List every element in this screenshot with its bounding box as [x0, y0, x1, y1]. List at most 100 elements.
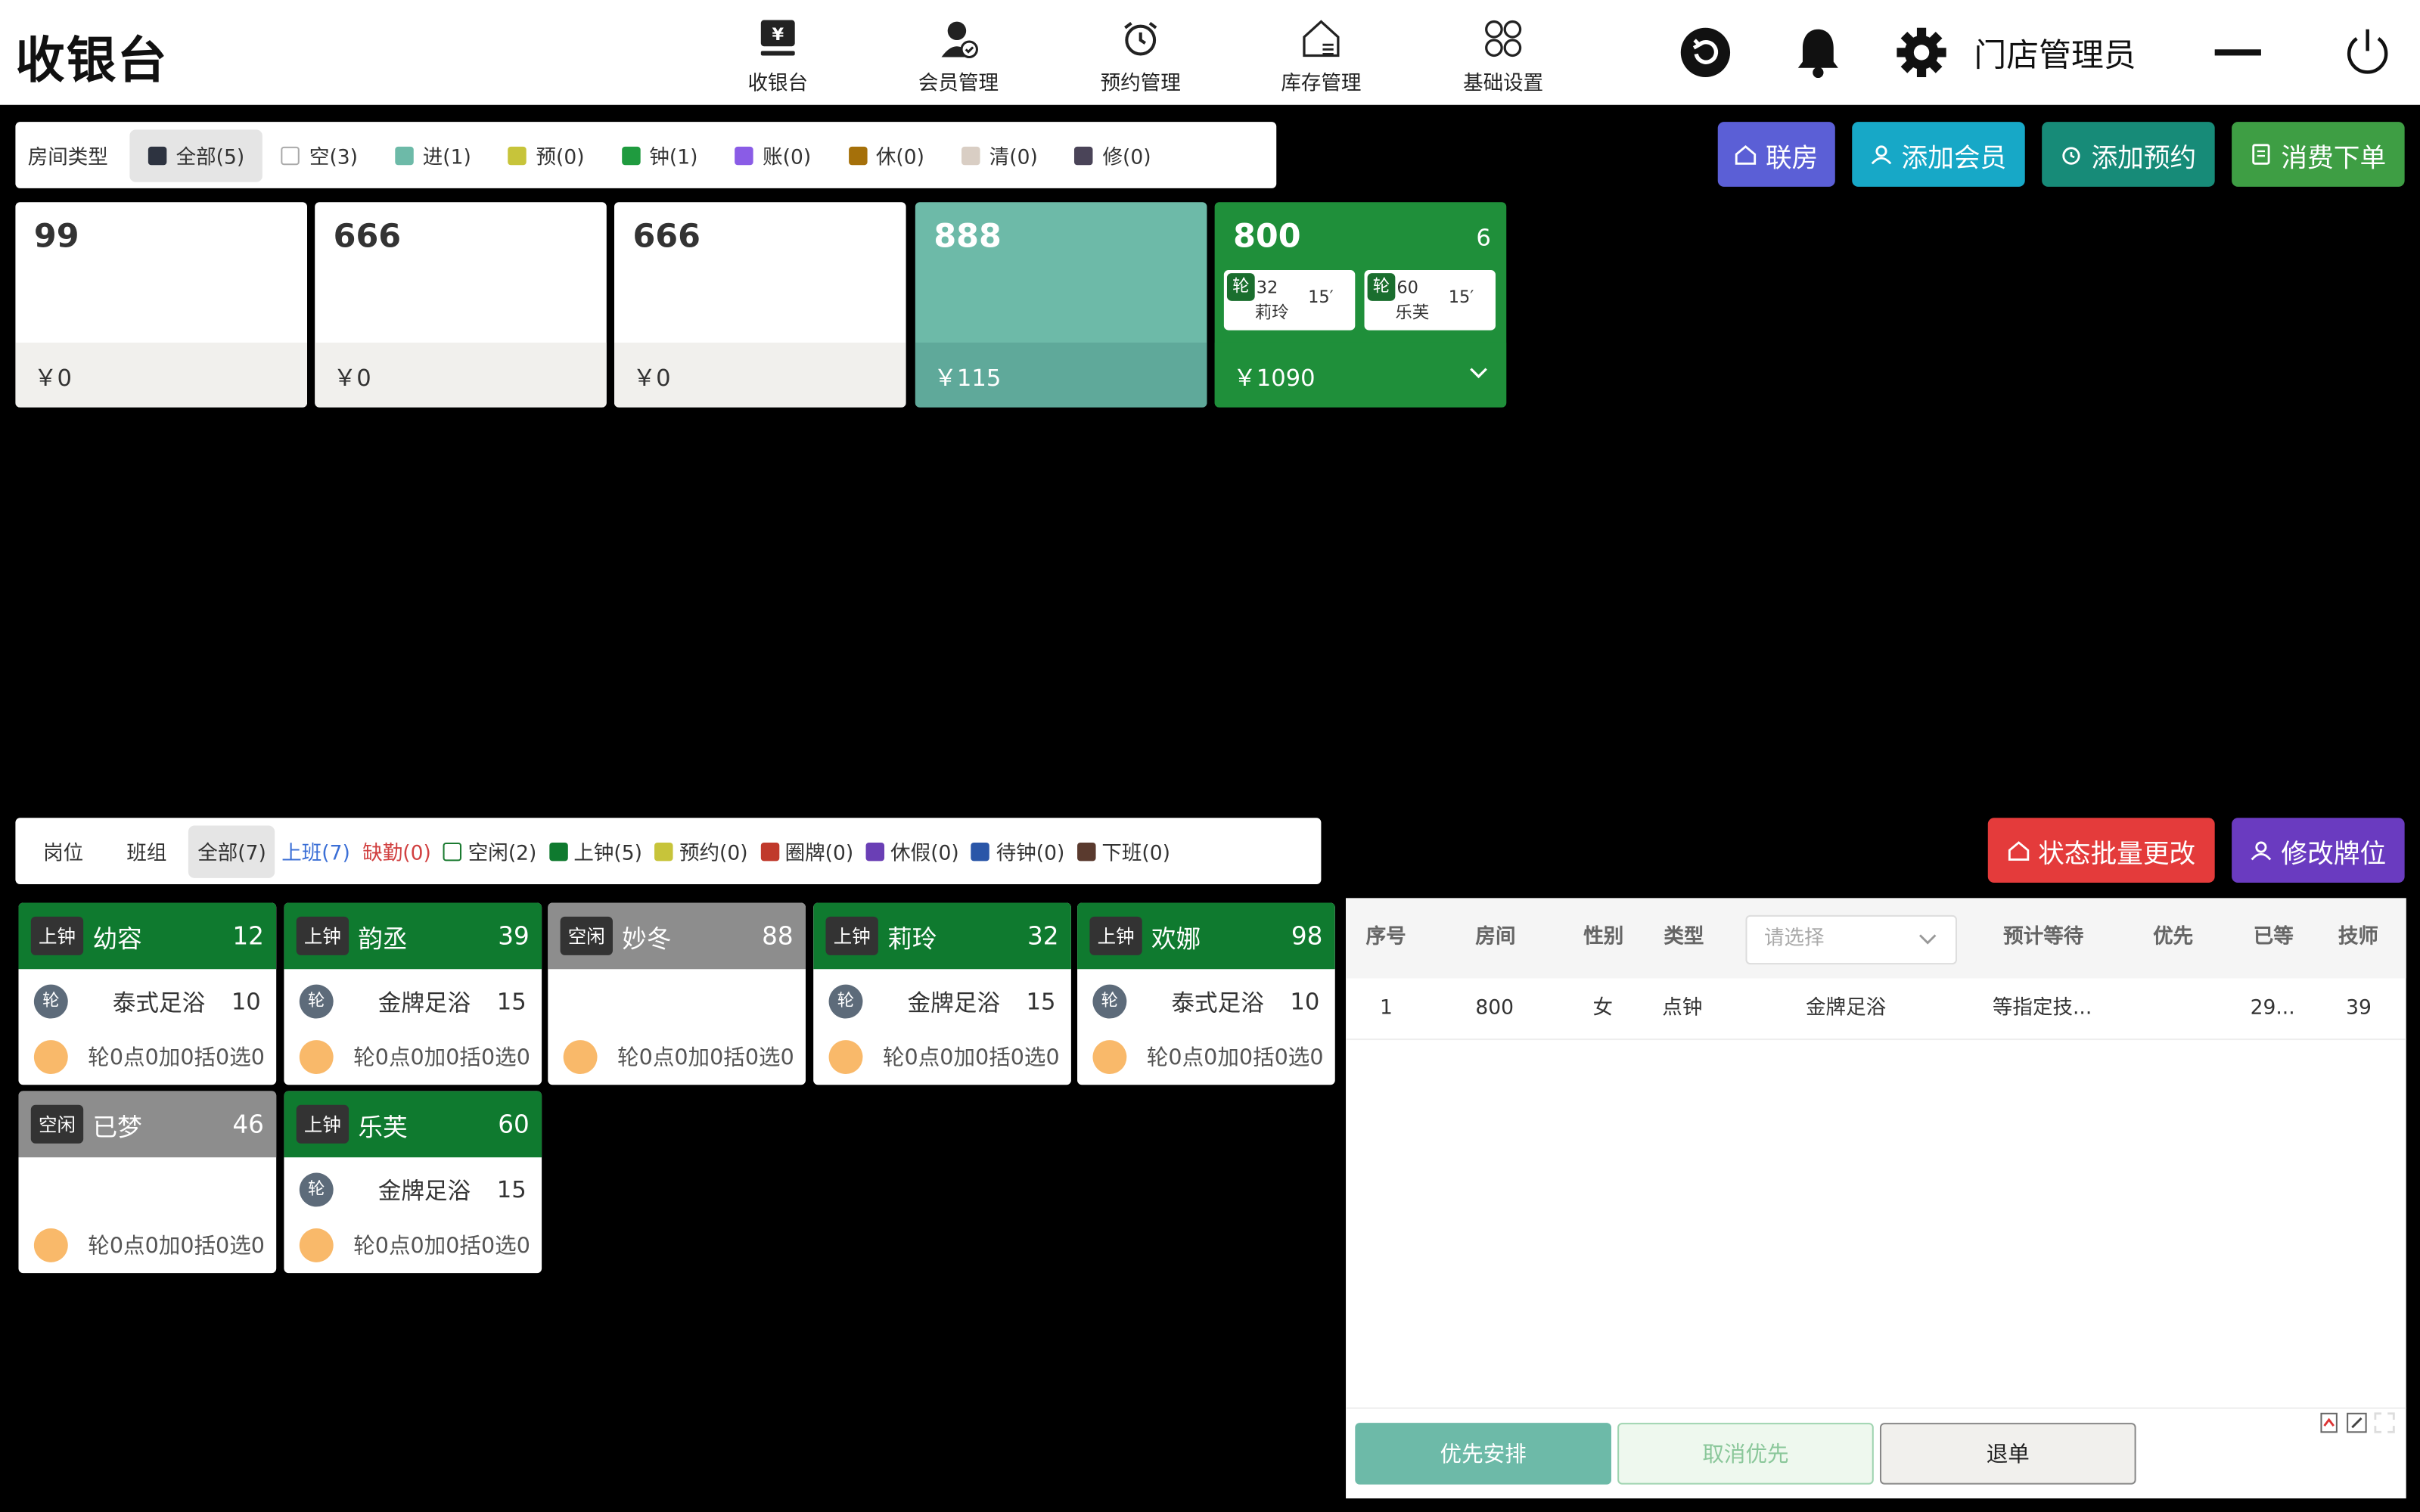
filter-all[interactable]: 全部(5) — [129, 129, 263, 182]
filter-team[interactable]: 班组 — [105, 824, 188, 877]
minimize-icon[interactable] — [2207, 22, 2269, 84]
alarm-clock-icon — [2062, 147, 2080, 165]
filter-reserved[interactable]: 预(0) — [489, 129, 603, 181]
room-tech-chip[interactable]: 轮 32 莉玲 15′ — [1223, 270, 1356, 331]
technician-card[interactable]: 上钟 乐芙 60 轮 金牌足浴 15 轮0点0加0括0选0 — [284, 1091, 542, 1274]
nav-members[interactable]: 会员管理 — [889, 15, 1028, 95]
room-amount: ￥0 — [614, 342, 906, 408]
power-icon[interactable] — [2337, 22, 2399, 84]
place-order-button[interactable]: 消费下单 — [2232, 122, 2405, 187]
batch-status-button[interactable]: 状态批量更改 — [1987, 818, 2215, 883]
nav-settings[interactable]: 基础设置 — [1434, 15, 1573, 95]
filter-label: 上钟(5) — [573, 842, 643, 866]
service-minutes: 15 — [496, 987, 527, 1016]
edit-tag-button[interactable]: 修改牌位 — [2232, 818, 2405, 883]
filter-all[interactable]: 全部(7) — [188, 824, 276, 877]
filter-empty[interactable]: 空(3) — [263, 129, 377, 181]
nav-cashier[interactable]: ¥ 收银台 — [708, 15, 847, 95]
room-card[interactable]: 666 ￥0 — [614, 202, 906, 408]
link-room-button[interactable]: 联房 — [1717, 122, 1835, 187]
priority-button[interactable]: 优先安排 — [1355, 1423, 1611, 1485]
chevron-down-icon[interactable] — [1469, 356, 1487, 386]
service-name: 泰式足浴 — [112, 988, 206, 1017]
filter-clean[interactable]: 清(0) — [943, 129, 1056, 181]
technician-name: 乐芙 — [358, 1111, 408, 1141]
avatar — [1092, 1040, 1127, 1074]
filter-waiting[interactable]: 待钟(0) — [965, 824, 1071, 877]
filter-clock[interactable]: 钟(1) — [603, 129, 716, 181]
filter-position[interactable]: 岗位 — [22, 824, 105, 877]
user-icon — [2251, 841, 2272, 861]
filter-label: 进(1) — [422, 146, 471, 170]
add-member-button[interactable]: 添加会员 — [1852, 122, 2025, 187]
filter-label: 班组 — [126, 842, 167, 866]
filter-label: 空(3) — [309, 146, 359, 170]
room-card[interactable]: 888 ￥115 — [915, 202, 1207, 408]
room-card[interactable]: 99 ￥0 — [15, 202, 307, 408]
tech-minutes: 15′ — [1448, 287, 1474, 307]
technician-card[interactable]: 空闲 已梦 46 轮0点0加0括0选0 — [18, 1091, 277, 1274]
cashier-icon: ¥ — [755, 15, 801, 61]
filter-label: 休假(0) — [890, 842, 959, 866]
col-gender: 性别 — [1583, 926, 1624, 949]
filter-booked[interactable]: 预约(0) — [648, 824, 754, 877]
service-select[interactable]: 请选择 — [1745, 914, 1957, 965]
technician-name: 妙冬 — [622, 924, 672, 953]
filter-label: 修(0) — [1102, 146, 1151, 170]
nav-booking[interactable]: 预约管理 — [1071, 15, 1210, 95]
nav-label: 收银台 — [747, 72, 809, 96]
add-booking-button[interactable]: 添加预约 — [2042, 122, 2215, 187]
room-type-filter: 房间类型 全部(5) 空(3) 进(1) 预(0) 钟(1) 账(0) 休(0)… — [15, 122, 1277, 188]
refresh-icon[interactable] — [1675, 22, 1737, 84]
technician-card[interactable]: 空闲 妙冬 88 轮0点0加0括0选0 — [548, 902, 806, 1085]
admin-user[interactable]: 门店管理员 — [1974, 31, 2136, 77]
gear-icon[interactable] — [1890, 22, 1952, 84]
filter-label: 缺勤(0) — [362, 842, 431, 866]
counts-text: 轮0点0加0括0选0 — [617, 1046, 794, 1071]
filter-in[interactable]: 进(1) — [377, 129, 490, 181]
bell-icon[interactable] — [1788, 22, 1850, 84]
fullscreen-icon[interactable] — [2374, 1412, 2396, 1434]
status-swatch — [395, 145, 414, 165]
room-card[interactable]: 666 ￥0 — [315, 202, 607, 408]
filter-label: 钟(1) — [649, 146, 698, 170]
filter-idle[interactable]: 空闲(2) — [437, 824, 543, 877]
technician-header: 上钟 莉玲 32 — [813, 902, 1071, 970]
filter-absent[interactable]: 缺勤(0) — [356, 824, 437, 877]
service-minutes: 10 — [1290, 987, 1320, 1016]
nav-inventory[interactable]: 库存管理 — [1252, 15, 1391, 95]
filter-repair[interactable]: 修(0) — [1056, 129, 1170, 181]
filter-label: 空闲(2) — [468, 842, 537, 866]
filter-rest[interactable]: 休(0) — [830, 129, 943, 181]
receipt-icon — [2252, 144, 2270, 165]
doc-icon[interactable] — [2318, 1412, 2340, 1434]
button-label: 取消优先 — [1702, 1442, 1789, 1468]
filter-circle[interactable]: 圈牌(0) — [754, 824, 860, 877]
room-tech-chip[interactable]: 轮 60 乐芙 15′ — [1364, 270, 1496, 331]
filter-label: 预(0) — [536, 146, 585, 170]
technician-card[interactable]: 上钟 韵丞 39 轮 金牌足浴 15 轮0点0加0括0选0 — [284, 902, 542, 1085]
refund-button[interactable]: 退单 — [1879, 1423, 2136, 1485]
tech-minutes: 15′ — [1308, 287, 1334, 307]
rotation-tag: 轮 — [299, 1172, 334, 1207]
button-label: 添加预约 — [2091, 142, 2197, 174]
technician-status: 空闲 — [30, 1104, 84, 1144]
edit-icon[interactable] — [2346, 1412, 2368, 1434]
filter-bill[interactable]: 账(0) — [716, 129, 830, 181]
table-row[interactable]: 1 800 女 点钟 金牌足浴 等指定技... 29... 39 — [1346, 978, 2406, 1041]
room-card[interactable]: 800 6 轮 32 莉玲 15′ 轮 60 乐芙 15′ ￥1090 — [1214, 202, 1507, 408]
filter-vacation[interactable]: 休假(0) — [859, 824, 965, 877]
filter-on-duty[interactable]: 上班(7) — [275, 824, 356, 877]
cancel-priority-button[interactable]: 取消优先 — [1617, 1423, 1874, 1485]
cell-seq: 1 — [1379, 996, 1393, 1020]
tech-name: 乐芙 — [1395, 302, 1430, 323]
technician-card[interactable]: 上钟 莉玲 32 轮 金牌足浴 15 轮0点0加0括0选0 — [813, 902, 1071, 1085]
waiting-queue-panel: 序号 房间 性别 类型 请选择 预计等待 优先 已等 技师 1 800 女 点钟… — [1346, 898, 2406, 1499]
room-number: 99 — [33, 217, 79, 255]
technician-card[interactable]: 上钟 幼容 12 轮 泰式足浴 10 轮0点0加0括0选0 — [18, 902, 277, 1085]
counts-text: 轮0点0加0括0选0 — [88, 1234, 265, 1259]
filter-off-duty[interactable]: 下班(0) — [1071, 824, 1177, 877]
counts-text: 轮0点0加0括0选0 — [353, 1234, 530, 1259]
technician-card[interactable]: 上钟 欢娜 98 轮 泰式足浴 10 轮0点0加0括0选0 — [1077, 902, 1335, 1085]
filter-in-service[interactable]: 上钟(5) — [543, 824, 649, 877]
